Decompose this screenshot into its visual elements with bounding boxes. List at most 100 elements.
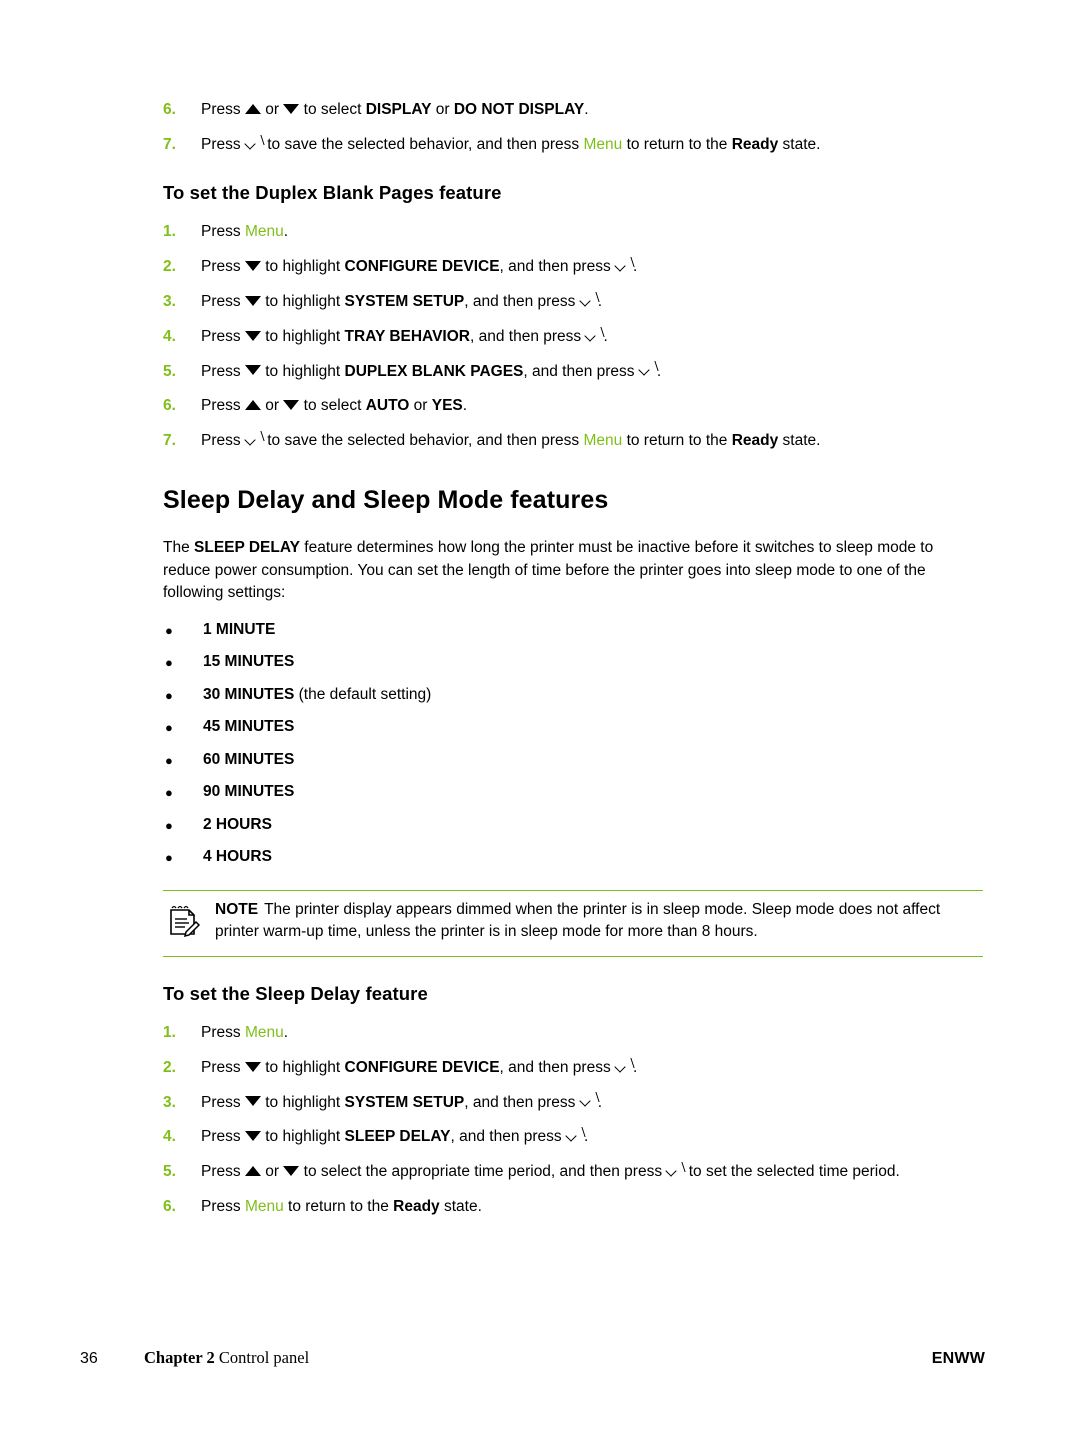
list-item: ● 30 MINUTES (the default setting) (163, 686, 983, 706)
numbered-step: 5. Press to highlight DUPLEX BLANK PAGES,… (163, 362, 983, 383)
step-body: Press to highlight CONFIGURE DEVICE, and… (201, 1058, 983, 1079)
step-number: 7. (163, 135, 176, 153)
option-note: (the default setting) (294, 685, 432, 703)
duplex-steps-list: 1. Press Menu. 2. Press to highlight CONFIG… (163, 222, 983, 452)
list-item-text: 2 HOURS (203, 816, 983, 834)
step-text: or (431, 101, 454, 118)
footer-enww: ENWW (931, 1350, 985, 1367)
bullet-dot-icon: ● (165, 785, 173, 801)
checkmark-select-icon (615, 1060, 633, 1072)
list-item-text: 4 HOURS (203, 848, 983, 866)
step-number: 6. (163, 101, 176, 118)
footer-chapter-title: Control panel (218, 1348, 310, 1367)
step-number: 7. (163, 432, 176, 450)
checkmark-select-icon (639, 363, 657, 375)
emphasis-text: Ready (731, 135, 779, 153)
sleep-delay-options-list: ● 1 MINUTE ● 15 MINUTES ● 30 MINUTES (the def… (163, 621, 983, 868)
list-item-text: 15 MINUTES (203, 653, 983, 671)
step-text: Press (201, 362, 245, 380)
step-body: Press to save the selected behavior, and… (201, 135, 983, 156)
step-text: Press (201, 1058, 245, 1076)
step-text: , and then press (499, 1058, 616, 1076)
option-value: 60 MINUTES (203, 750, 295, 768)
arrow-down-icon (244, 365, 261, 376)
numbered-step: 5. Press or to select the appropriate tim… (163, 1162, 983, 1183)
checkmark-select-icon (580, 1094, 598, 1106)
checkmark-select-icon (566, 1129, 584, 1141)
step-body: Press or to select AUTO or YES. (201, 396, 983, 417)
step-text: or (409, 397, 432, 415)
step-text: , and then press (464, 292, 580, 310)
emphasis-text: CONFIGURE DEVICE (344, 1058, 500, 1076)
bullet-dot-icon: ● (165, 622, 173, 638)
emphasis-text: SYSTEM SETUP (344, 292, 465, 310)
emphasis-text: AUTO (365, 397, 410, 415)
list-item-text: 60 MINUTES (203, 751, 983, 769)
note-text-block: NOTE The printer display appears dimmed w… (215, 899, 983, 944)
numbered-step: 3. Press to highlight SYSTEM SETUP, and t… (163, 1093, 983, 1114)
step-text: . (584, 101, 589, 118)
emphasis-text: SLEEP DELAY (194, 539, 300, 557)
step-text: to highlight (260, 362, 345, 380)
step-text: . (283, 1023, 289, 1041)
step-text: . (462, 397, 468, 415)
arrow-down-icon (283, 103, 300, 114)
step-text: state. (439, 1198, 482, 1216)
step-text: Press (201, 1093, 245, 1111)
bullet-dot-icon: ● (165, 817, 173, 833)
list-item-text: 90 MINUTES (203, 783, 983, 801)
menu-key-label: Menu (244, 1198, 284, 1216)
list-item: ● 90 MINUTES (163, 783, 983, 803)
numbered-step: 3. Press to highlight SYSTEM SETUP, and t… (163, 292, 983, 313)
page-footer: 36 Chapter 2 Control panel ENWW (80, 1348, 985, 1368)
numbered-step: 7. Press to save the selected behavior, a… (163, 431, 983, 452)
step-text: to select the appropriate time period, a… (299, 1163, 667, 1181)
bullet-dot-icon: ● (165, 850, 173, 866)
step-text: state. (778, 135, 821, 153)
option-value: 4 HOURS (203, 848, 272, 866)
list-item: ● 4 HOURS (163, 848, 983, 868)
numbered-step: 6. Press Menu to return to the Ready stat… (163, 1197, 983, 1218)
step-text: or (260, 101, 284, 118)
arrow-down-icon (244, 1061, 261, 1072)
step-text: Press (201, 1128, 245, 1146)
bullet-dot-icon: ● (165, 687, 173, 703)
step-text: Press (201, 1163, 245, 1181)
step-text: to highlight (260, 257, 345, 275)
step-text: or (260, 397, 284, 415)
arrow-down-icon (283, 1166, 300, 1177)
step-body: Press to highlight SYSTEM SETUP, and the… (201, 1093, 983, 1114)
arrow-down-icon (283, 400, 300, 411)
step-number: 2. (163, 257, 176, 275)
list-item-text: 45 MINUTES (203, 718, 983, 736)
step-text: Press (201, 135, 245, 153)
arrow-down-icon (244, 1131, 261, 1142)
step-text: Press (201, 101, 245, 118)
step-text: . (283, 222, 289, 240)
duplex-blank-pages-heading: To set the Duplex Blank Pages feature (163, 181, 502, 203)
step-number: 3. (163, 1093, 176, 1111)
emphasis-text: YES (431, 397, 463, 415)
numbered-step: 1. Press Menu. (163, 222, 983, 243)
footer-page-number: 36 (80, 1350, 98, 1367)
step-number: 5. (163, 1163, 176, 1181)
checkmark-select-icon (580, 294, 598, 306)
step-text: to select (299, 101, 366, 118)
step-number: 4. (163, 327, 176, 345)
step-body: Press to save the selected behavior, and… (201, 431, 983, 452)
emphasis-text: DISPLAY (365, 101, 432, 118)
numbered-step: 2. Press to highlight CONFIGURE DEVICE, a… (163, 1058, 983, 1079)
numbered-step: 4. Press to highlight SLEEP DELAY, and th… (163, 1127, 983, 1148)
step-text: to return to the (283, 1198, 394, 1216)
arrow-down-icon (244, 330, 261, 341)
list-item: ● 15 MINUTES (163, 653, 983, 673)
bullet-dot-icon: ● (165, 655, 173, 671)
emphasis-text: CONFIGURE DEVICE (344, 257, 500, 275)
step-number: 4. (163, 1128, 176, 1146)
list-item: ● 60 MINUTES (163, 751, 983, 771)
menu-key-label: Menu (244, 1023, 284, 1041)
step-text: to highlight (260, 292, 345, 310)
emphasis-text: DO NOT DISPLAY (453, 101, 585, 118)
step-text: , and then press (464, 1093, 580, 1111)
step-body: Press Menu. (201, 1023, 983, 1044)
